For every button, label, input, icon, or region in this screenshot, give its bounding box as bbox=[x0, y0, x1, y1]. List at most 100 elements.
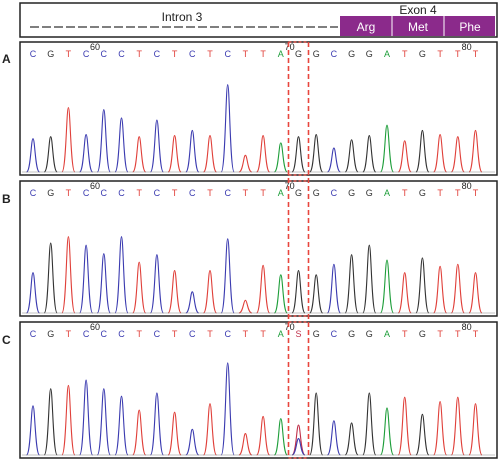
base-call-letter: T bbox=[136, 188, 142, 198]
chromatogram-peak bbox=[309, 274, 324, 314]
chromatogram-peak bbox=[291, 270, 306, 314]
base-call-letter: A bbox=[384, 329, 390, 339]
base-call-letter: G bbox=[47, 188, 54, 198]
codon-label: Met bbox=[408, 20, 429, 34]
chromatogram-peak bbox=[185, 291, 200, 314]
chromatogram-peak bbox=[256, 415, 271, 456]
chromatogram-peak bbox=[132, 409, 147, 456]
base-call-letter: G bbox=[419, 49, 426, 59]
base-call-letter: T bbox=[473, 49, 479, 59]
chromatogram-peak bbox=[362, 392, 377, 456]
base-call-letter: T bbox=[172, 49, 178, 59]
chromatogram-peak bbox=[379, 124, 395, 173]
panel-label: C bbox=[2, 333, 11, 347]
base-call-letter: C bbox=[224, 329, 231, 339]
chromatogram-peak bbox=[43, 242, 58, 314]
base-call-letter: G bbox=[366, 329, 373, 339]
intron-label: Intron 3 bbox=[162, 10, 203, 24]
position-tick-label: 80 bbox=[462, 181, 472, 191]
chromatogram-peak bbox=[185, 428, 200, 456]
chromatogram-peak bbox=[415, 129, 430, 173]
trace-layer: 60 70 80C G T C C C T C T C T C T T A S G C G G A T G T T T bbox=[22, 322, 495, 456]
chromatogram-peak bbox=[362, 135, 377, 173]
chromatogram-peak bbox=[397, 272, 412, 314]
base-call-letter: G bbox=[419, 188, 426, 198]
position-tick-label: 70 bbox=[285, 322, 295, 332]
base-call-letter: C bbox=[224, 188, 231, 198]
base-call-letter: C bbox=[331, 49, 338, 59]
base-call-letter: T bbox=[437, 329, 443, 339]
position-tick-label: 60 bbox=[90, 322, 100, 332]
base-call-letter: G bbox=[313, 188, 320, 198]
position-tick-label: 80 bbox=[462, 322, 472, 332]
chromatogram-peak bbox=[61, 236, 76, 314]
chromatogram-peak bbox=[132, 136, 147, 173]
chromatogram-peak bbox=[397, 396, 412, 456]
base-call-letter: T bbox=[402, 329, 408, 339]
chromatogram-peak bbox=[202, 135, 218, 173]
base-call-letter: G bbox=[47, 329, 54, 339]
mutation-marker bbox=[287, 41, 310, 459]
base-call-letter: T bbox=[66, 49, 72, 59]
base-call-letter: C bbox=[154, 188, 161, 198]
base-call-letter: C bbox=[224, 49, 231, 59]
chromatogram-peak bbox=[450, 396, 465, 456]
chromatogram-peak bbox=[379, 407, 395, 456]
base-call-letter: G bbox=[47, 49, 54, 59]
base-call-letter: A bbox=[384, 49, 390, 59]
base-call-letter: C bbox=[101, 329, 108, 339]
base-call-letter: G bbox=[366, 188, 373, 198]
base-call-letter: T bbox=[243, 49, 249, 59]
panel-A: A 60 70 80C G T C C C T C T C T C T T A G G C G G A T G T T T bbox=[2, 41, 498, 176]
chromatogram-peak bbox=[220, 362, 235, 456]
chromatogram-peak bbox=[167, 135, 182, 173]
chromatogram-peak bbox=[149, 392, 164, 456]
chromatogram-peak bbox=[273, 142, 288, 173]
base-call-letter: C bbox=[118, 49, 125, 59]
chromatogram-peak bbox=[220, 238, 235, 314]
panel-label: A bbox=[2, 52, 11, 66]
base-call-letter: C bbox=[83, 49, 90, 59]
chromatogram-peak bbox=[273, 274, 288, 314]
base-call-letter: T bbox=[260, 188, 266, 198]
base-call-letter: C bbox=[101, 188, 108, 198]
chromatogram-peak bbox=[379, 259, 395, 314]
base-call-letter: C bbox=[83, 329, 90, 339]
base-call-letter: T bbox=[402, 49, 408, 59]
chromatogram-peak bbox=[79, 134, 94, 173]
chromatogram-peak bbox=[309, 134, 324, 173]
chromatogram-peak bbox=[397, 140, 412, 173]
base-call-letter: C bbox=[30, 49, 37, 59]
base-call-letter: T bbox=[455, 329, 461, 339]
position-tick-label: 60 bbox=[90, 42, 100, 52]
base-call-letter: G bbox=[348, 329, 355, 339]
base-call-letter: A bbox=[278, 188, 284, 198]
base-call-letter: C bbox=[189, 49, 196, 59]
base-call-letter: T bbox=[207, 49, 213, 59]
chromatogram-peak bbox=[202, 403, 218, 456]
base-call-letter: T bbox=[66, 188, 72, 198]
chromatogram-peak bbox=[114, 395, 129, 456]
chromatogram-peak bbox=[238, 154, 253, 173]
chromatogram-peak bbox=[450, 136, 465, 173]
chromatogram-peak bbox=[43, 388, 58, 456]
chromatogram-peak bbox=[96, 253, 111, 314]
chromatogram-peak bbox=[167, 411, 182, 456]
position-tick-label: 60 bbox=[90, 181, 100, 191]
base-call-letter: A bbox=[278, 329, 284, 339]
chromatogram-peak bbox=[79, 379, 94, 456]
chromatogram-peak bbox=[256, 135, 271, 173]
chromatogram-peak bbox=[25, 138, 41, 173]
exon-label: Exon 4 bbox=[399, 3, 437, 17]
chromatogram-peak bbox=[25, 405, 41, 456]
chromatogram-peak bbox=[114, 117, 129, 173]
base-call-letter: G bbox=[313, 329, 320, 339]
base-call-letter: T bbox=[437, 49, 443, 59]
chromatogram-peak bbox=[220, 84, 235, 173]
base-call-letter: T bbox=[260, 49, 266, 59]
chromatogram-peak bbox=[450, 263, 465, 314]
base-call-letter: T bbox=[437, 188, 443, 198]
trace-layer: 60 70 80C G T C C C T C T C T C T T A G G C G G A T G T T T bbox=[22, 181, 495, 314]
base-call-letter: A bbox=[384, 188, 390, 198]
chromatogram-peak bbox=[238, 299, 253, 314]
